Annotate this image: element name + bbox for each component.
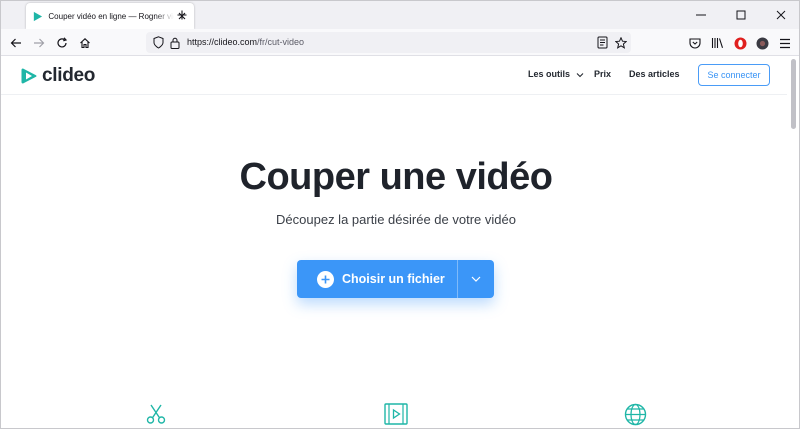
maximize-button[interactable] [721,1,761,29]
forward-arrow-icon [34,38,45,48]
bookmark-star-icon[interactable] [614,36,628,54]
library-button[interactable] [708,34,726,52]
minimize-icon [696,14,706,16]
logo-text: clideo [42,65,96,86]
chevron-down-icon [471,276,481,282]
account-button[interactable] [753,34,771,52]
url-path: /fr/cut-video [257,37,305,47]
globe-icon [623,402,647,426]
choose-file-dropdown[interactable] [458,260,494,298]
tab-active[interactable]: Couper vidéo en ligne — Rogner vidéo [26,3,194,29]
video-icon [384,402,408,426]
web-page: clideo Les outils Prix Des articles Se c… [1,57,787,428]
address-bar[interactable]: https://clideo.com/fr/cut-video [146,32,631,53]
nav-tools-label: Les outils [528,69,571,79]
pocket-icon [689,38,701,49]
opera-extension-button[interactable] [731,34,749,52]
site-header: clideo Les outils Prix Des articles Se c… [1,57,787,95]
chevron-down-icon [576,72,583,77]
forward-button[interactable] [30,34,48,52]
tab-title: Couper vidéo en ligne — Rogner vidéo [48,11,174,21]
scrollbar-thumb[interactable] [791,59,796,129]
pocket-button[interactable] [686,34,704,52]
library-icon [711,38,723,48]
plus-icon [177,10,187,20]
opera-icon [734,37,746,49]
clideo-logo-icon [21,68,37,84]
home-button[interactable] [76,34,94,52]
clideo-logo[interactable]: clideo [19,65,95,87]
back-arrow-icon [10,38,21,48]
shield-icon[interactable] [153,36,164,54]
account-icon [756,37,768,49]
page-subtitle: Découpez la partie désirée de votre vidé… [276,212,516,227]
choose-file-label: Choisir un fichier [342,272,445,286]
choose-file-button[interactable]: Choisir un fichier [297,260,494,298]
navigation-bar: https://clideo.com/fr/cut-video [1,29,799,56]
minimize-button[interactable] [681,1,721,29]
reload-button[interactable] [53,34,71,52]
nav-articles-link[interactable]: Des articles [629,69,680,79]
clideo-favicon [32,10,43,22]
tab-strip: Couper vidéo en ligne — Rogner vidéo [1,1,799,29]
page-title: Couper une vidéo [239,156,553,198]
nav-pricing-link[interactable]: Prix [594,69,611,79]
page-scrollbar[interactable] [787,57,799,428]
back-button[interactable] [7,34,25,52]
login-button[interactable]: Se connecter [698,64,770,86]
menu-icon [780,38,790,48]
url-text[interactable]: https://clideo.com/fr/cut-video [187,32,304,53]
close-window-button[interactable] [761,1,799,29]
url-host: https://clideo.com [187,37,258,47]
new-tab-button[interactable] [175,8,189,22]
home-icon [80,38,90,49]
reader-view-icon[interactable] [597,36,608,54]
choose-file-main[interactable]: Choisir un fichier [297,260,457,298]
browser-window: Couper vidéo en ligne — Rogner vidéo htt… [0,0,800,429]
nav-tools-menu[interactable]: Les outils [528,69,584,79]
scissors-icon [144,402,168,426]
close-icon [776,10,786,20]
reload-icon [57,37,68,48]
maximize-icon [736,10,746,20]
lock-icon[interactable] [170,36,180,54]
menu-button[interactable] [776,34,794,52]
plus-icon [317,270,334,288]
